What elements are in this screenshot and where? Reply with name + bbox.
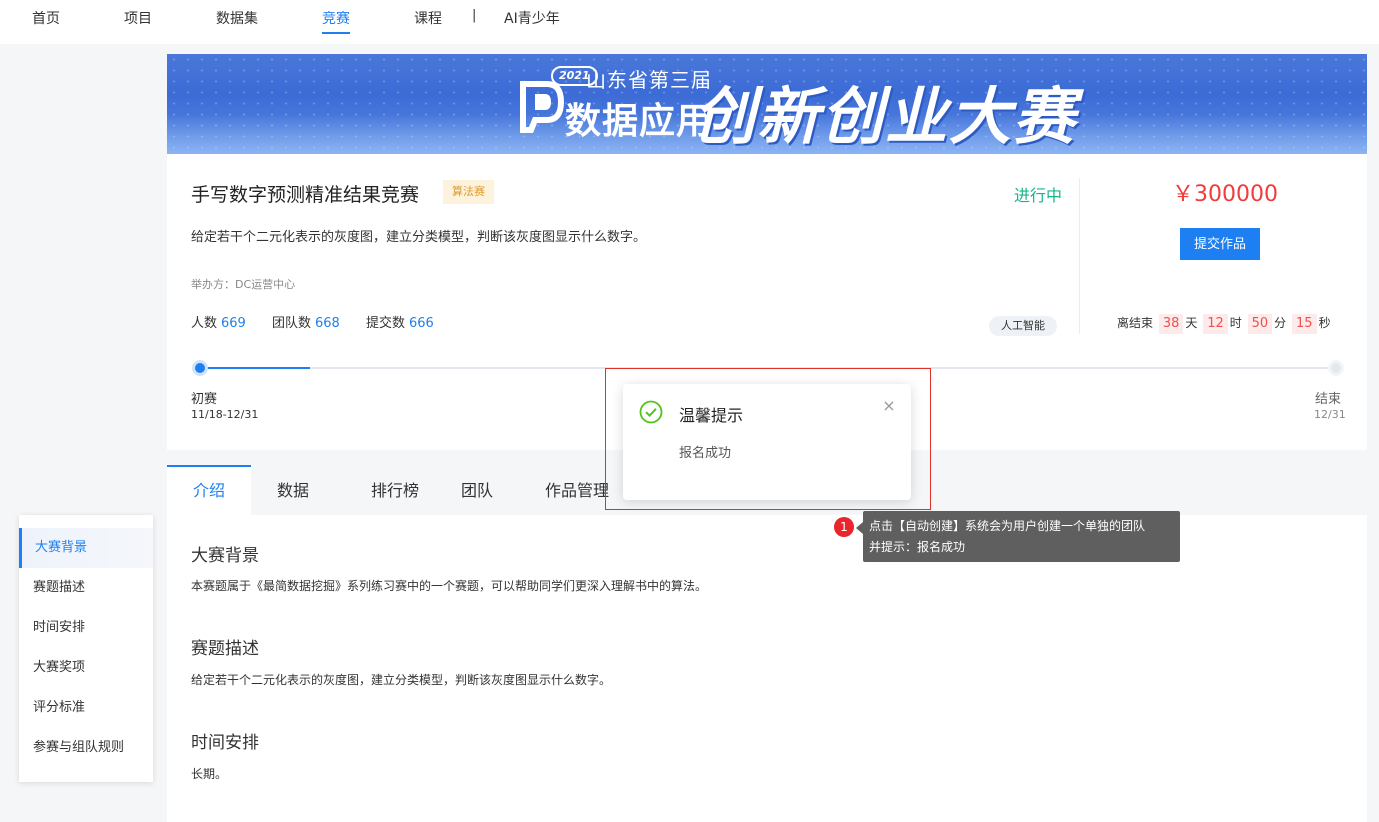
- tab-intro[interactable]: 介绍: [167, 465, 251, 515]
- stat-submissions: 提交数 666: [366, 312, 434, 331]
- annotation-line-1: 点击【自动创建】系统会为用户创建一个单独的团队: [869, 519, 1146, 533]
- section-title-description: 赛题描述: [191, 639, 259, 659]
- banner-app-title: 数据应用: [565, 101, 714, 142]
- tab-team[interactable]: 团队: [445, 465, 509, 515]
- nav-separator: |: [472, 8, 477, 23]
- section-text-background: 本赛题属于《最简数据挖掘》系列练习赛中的一个赛题，可以帮助同学们更深入理解书中的…: [191, 579, 708, 593]
- info-divider: [1079, 178, 1080, 334]
- annotation-tooltip: 点击【自动创建】系统会为用户创建一个单独的团队 并提示：报名成功: [863, 511, 1180, 562]
- countdown-minutes: 50: [1247, 314, 1273, 334]
- nav-item-competitions[interactable]: 竞赛: [322, 8, 350, 28]
- stat-value: 669: [221, 316, 246, 331]
- section-text-schedule: 长期。: [191, 767, 228, 781]
- annotation-step-badge: 1: [834, 517, 854, 537]
- side-item-description[interactable]: 赛题描述: [19, 568, 153, 608]
- nav-item-home[interactable]: 首页: [32, 8, 60, 28]
- side-item-rules[interactable]: 参赛与组队规则: [19, 728, 153, 768]
- submit-work-button[interactable]: 提交作品: [1180, 228, 1260, 260]
- field-tag: 人工智能: [989, 316, 1057, 336]
- section-title-background: 大赛背景: [191, 546, 259, 566]
- intro-content: 大赛背景 本赛题属于《最简数据挖掘》系列练习赛中的一个赛题，可以帮助同学们更深入…: [167, 515, 1367, 822]
- competition-stats: 人数 669 团队数 668 提交数 666: [191, 312, 456, 331]
- side-item-scoring[interactable]: 评分标准: [19, 688, 153, 728]
- countdown-days: 38: [1158, 314, 1184, 334]
- timeline-start-label: 初赛: [191, 392, 218, 407]
- banner-main-title: 创新创业大赛: [693, 80, 1078, 153]
- side-item-schedule[interactable]: 时间安排: [19, 608, 153, 648]
- timeline-start-date: 11/18-12/31: [191, 408, 259, 421]
- timeline-end-dot: [1328, 360, 1344, 376]
- prize-amount: ￥300000: [1172, 182, 1278, 207]
- tab-leaderboard[interactable]: 排行榜: [345, 465, 445, 515]
- competition-organizer: 举办方：DC运营中心: [191, 278, 296, 291]
- annotation-line-2: 并提示：报名成功: [869, 540, 966, 554]
- stat-value: 668: [315, 316, 340, 331]
- countdown-hours: 12: [1203, 314, 1228, 334]
- countdown-unit: 天: [1185, 316, 1198, 330]
- competition-description: 给定若干个二元化表示的灰度图，建立分类模型，判断该灰度图显示什么数字。: [191, 230, 647, 245]
- countdown-prefix: 离结束: [1117, 316, 1154, 330]
- stat-participants: 人数 669: [191, 312, 246, 331]
- side-item-background[interactable]: 大赛背景: [19, 528, 153, 568]
- stat-label: 人数: [191, 316, 218, 331]
- top-navbar: 首页 项目 数据集 竞赛 课程 | AI青少年: [0, 0, 1379, 44]
- nav-item-datasets[interactable]: 数据集: [216, 8, 258, 28]
- nav-item-projects[interactable]: 项目: [124, 8, 152, 28]
- countdown-unit: 分: [1274, 316, 1287, 330]
- side-item-awards[interactable]: 大赛奖项: [19, 648, 153, 688]
- nav-item-courses[interactable]: 课程: [414, 8, 442, 28]
- section-text-description: 给定若干个二元化表示的灰度图，建立分类模型，判断该灰度图显示什么数字。: [191, 673, 612, 687]
- nav-item-ai-youth[interactable]: AI青少年: [504, 8, 560, 28]
- competition-banner: 2021 山东省第三届 数据应用 创新创业大赛: [167, 54, 1367, 154]
- countdown-unit: 时: [1229, 316, 1242, 330]
- stat-label: 团队数: [271, 316, 311, 331]
- competition-title: 手写数字预测精准结果竞赛: [191, 184, 420, 206]
- countdown-unit: 秒: [1318, 316, 1331, 330]
- stat-label: 提交数: [365, 316, 405, 331]
- timeline-progress: [200, 367, 310, 369]
- stat-teams: 团队数 668: [272, 312, 340, 331]
- timeline-start-dot: [192, 360, 208, 376]
- competition-type-tag: 算法赛: [443, 180, 494, 204]
- competition-status: 进行中: [1014, 186, 1063, 205]
- stat-value: 666: [408, 316, 434, 331]
- countdown-seconds: 15: [1292, 314, 1317, 334]
- timeline-end-label: 结束: [1315, 392, 1342, 407]
- notification-highlight-frame: [605, 368, 931, 510]
- annotation-arrow: [856, 522, 863, 534]
- section-side-nav: 大赛背景 赛题描述 时间安排 大赛奖项 评分标准 参赛与组队规则: [19, 515, 153, 782]
- timeline-end-date: 12/31: [1314, 408, 1346, 421]
- tab-data[interactable]: 数据: [251, 465, 335, 515]
- section-title-schedule: 时间安排: [191, 733, 259, 753]
- nav-active-underline: [322, 32, 350, 34]
- countdown: 离结束 38 天 12 时 50 分 15 秒: [1117, 314, 1331, 334]
